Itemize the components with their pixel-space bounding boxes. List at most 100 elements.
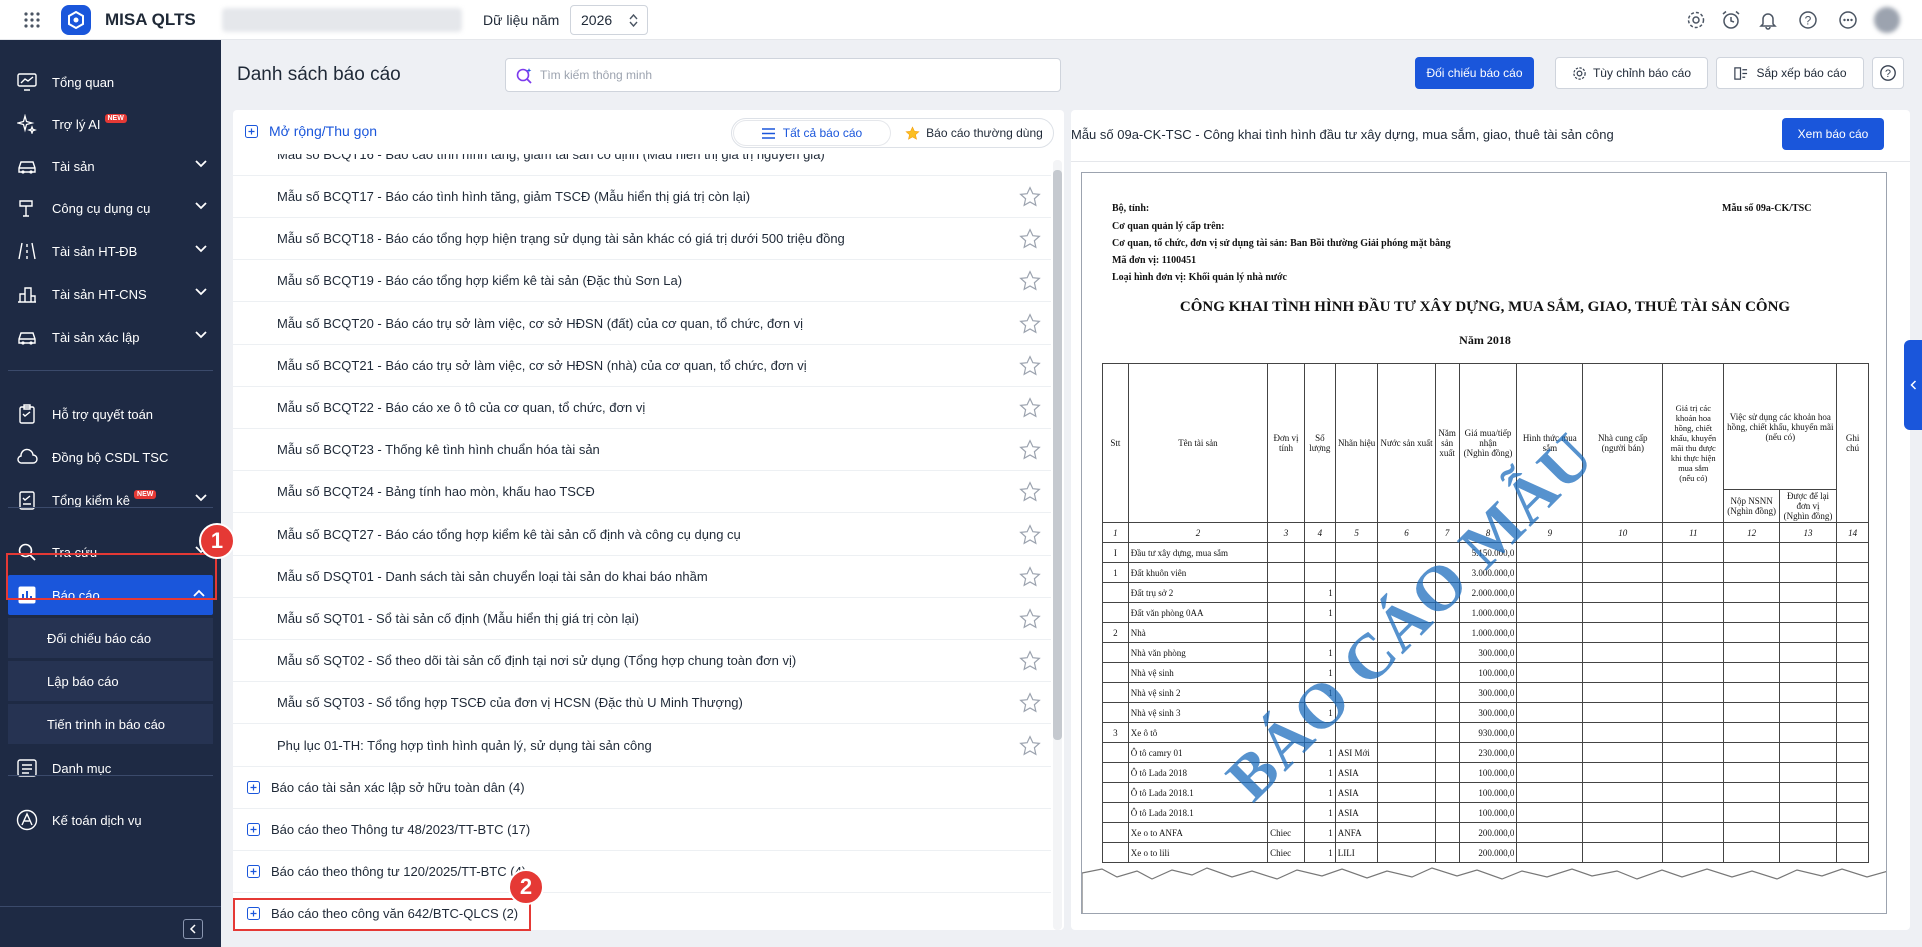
tab-frequent-reports[interactable]: Báo cáo thường dùng [898, 121, 1050, 145]
scrollbar-thumb[interactable] [1053, 170, 1062, 740]
report-row[interactable]: Mẫu số SQT03 - Sổ tổng hợp TSCĐ của đơn … [233, 682, 1051, 725]
doc-cell-empty [1582, 622, 1664, 643]
favorite-star-icon[interactable] [1019, 270, 1041, 292]
sidebar-subitem-create-report[interactable]: Lập báo cáo [8, 661, 213, 701]
sidebar-item-tools[interactable]: Công cụ dụng cụ [0, 188, 221, 228]
sidebar-subitem-compare-reports[interactable]: Đối chiếu báo cáo [8, 618, 213, 658]
doc-cell-empty [1836, 542, 1869, 563]
report-row[interactable]: Mẫu số SQT01 - Sổ tài sản cố định (Mẫu h… [233, 598, 1051, 640]
report-group-row[interactable]: Báo cáo theo Thông tư 48/2023/TT-BTC (17… [233, 809, 1051, 851]
sidebar-item-infrastructure-cns[interactable]: Tài sản HT-CNS [0, 274, 221, 314]
report-row[interactable]: Mẫu số BCQT17 - Báo cáo tình hình tăng, … [233, 176, 1051, 218]
doc-cell-empty [1778, 782, 1838, 803]
favorite-star-icon[interactable] [1019, 186, 1041, 208]
favorite-star-icon[interactable] [1019, 481, 1041, 503]
favorite-star-icon[interactable] [1019, 439, 1041, 461]
report-row[interactable]: Mẫu số BCQT16 - Báo cáo tình hình tăng, … [233, 154, 1051, 176]
sidebar-item-accounting-service[interactable]: Kế toán dịch vụ [0, 800, 221, 840]
sidebar-item-inventory[interactable]: Tổng kiểm kê NEW [0, 480, 221, 520]
doc-cell-empty [1723, 782, 1780, 803]
sidebar-item-assets[interactable]: Tài sản [0, 146, 221, 186]
settings-icon[interactable] [1686, 10, 1706, 35]
doc-cell-empty [1662, 602, 1725, 623]
doc-colnum: 12 [1723, 522, 1780, 543]
sidebar-item-established-assets[interactable]: Tài sản xác lập [0, 317, 221, 357]
report-row[interactable]: Phụ lục 01-TH: Tổng hợp tình hình quản l… [233, 725, 1051, 767]
doc-cell-empty [1662, 822, 1725, 843]
favorite-star-icon[interactable] [1019, 397, 1041, 419]
sidebar-item-ai-assistant[interactable]: Trợ lý AI NEW [0, 104, 221, 144]
doc-cell-empty [1377, 742, 1436, 763]
sort-reports-button[interactable]: Sắp xếp báo cáo [1716, 57, 1864, 89]
favorite-star-icon[interactable] [1019, 692, 1041, 714]
doc-cell-empty [1516, 802, 1584, 823]
report-name: Mẫu số BCQT27 - Báo cáo tổng hợp kiểm kê… [277, 526, 741, 542]
sidebar-item-infrastructure-road[interactable]: Tài sản HT-ĐB [0, 231, 221, 271]
sidebar-item-overview[interactable]: Tổng quan [0, 62, 221, 102]
doc-cell-stt [1102, 682, 1129, 703]
report-name: Mẫu số BCQT16 - Báo cáo tình hình tăng, … [277, 154, 825, 162]
report-row[interactable]: Mẫu số BCQT27 - Báo cáo tổng hợp kiểm kê… [233, 514, 1051, 556]
notification-bell-icon[interactable] [1758, 10, 1778, 35]
th-country: Nước sản xuất [1377, 363, 1436, 523]
subitem-label: Tiến trình in báo cáo [47, 716, 166, 732]
user-avatar[interactable] [1874, 7, 1900, 33]
favorite-star-icon[interactable] [1019, 523, 1041, 546]
doc-colnum: 5 [1334, 522, 1379, 543]
chevron-down-icon [195, 494, 207, 502]
scrollbar-track[interactable] [1053, 160, 1062, 930]
gear-icon [1573, 66, 1586, 80]
favorite-star-icon[interactable] [1019, 228, 1041, 250]
collapse-preview-tab[interactable] [1904, 340, 1922, 430]
expand-collapse-toggle[interactable]: Mở rộng/Thu gọn [245, 123, 377, 139]
svg-text:?: ? [1805, 14, 1812, 28]
favorite-star-icon[interactable] [1019, 566, 1041, 588]
th-retained-unit: (Nghìn đồng) [1783, 511, 1833, 521]
report-row[interactable]: Mẫu số BCQT19 - Báo cáo tổng hợp kiểm kê… [233, 260, 1051, 303]
favorite-star-icon[interactable] [1019, 312, 1041, 335]
favorite-star-icon[interactable] [1019, 650, 1041, 672]
sidebar-item-settlement-support[interactable]: Hỗ trợ quyết toán [0, 394, 221, 434]
favorite-star-icon[interactable] [1019, 608, 1041, 630]
collapse-sidebar-button[interactable] [183, 919, 203, 939]
customize-reports-button[interactable]: Tùy chỉnh báo cáo [1555, 57, 1708, 89]
tab-all-reports[interactable]: Tất cả báo cáo [734, 121, 890, 145]
more-options-icon[interactable] [1838, 10, 1858, 35]
help-button[interactable]: ? [1872, 57, 1904, 89]
compare-reports-button[interactable]: Đối chiếu báo cáo [1415, 57, 1534, 89]
report-row[interactable]: Mẫu số DSQT01 - Danh sách tài sản chuyển… [233, 556, 1051, 598]
report-row[interactable]: Mẫu số BCQT22 - Báo cáo xe ô tô của cơ q… [233, 387, 1051, 429]
report-row[interactable]: Mẫu số BCQT18 - Báo cáo tổng hợp hiện tr… [233, 218, 1051, 261]
report-group-row[interactable]: Báo cáo tài sản xác lập sở hữu toàn dân … [233, 767, 1051, 809]
doc-cell-empty [1836, 762, 1869, 783]
alarm-clock-icon[interactable] [1721, 10, 1741, 35]
doc-cell-empty [1662, 762, 1725, 783]
report-row[interactable]: Mẫu số BCQT24 - Bảng tính hao mòn, khấu … [233, 471, 1051, 514]
doc-cell-empty [1662, 642, 1725, 663]
favorite-star-icon[interactable] [1019, 734, 1041, 757]
doc-table-row: Ô tô Lada 2018.1 1 ASIA 100.000,0 [1102, 802, 1869, 823]
sidebar-subitem-print-progress[interactable]: Tiến trình in báo cáo [8, 704, 213, 744]
report-group-row[interactable]: Báo cáo theo thông tư 120/2025/TT-BTC (4… [233, 851, 1051, 894]
sidebar-item-database-sync[interactable]: Đồng bộ CSDL TSC [0, 437, 221, 477]
report-row[interactable]: Mẫu số BCQT20 - Báo cáo trụ sở làm việc,… [233, 303, 1051, 345]
doc-cell-empty [1836, 582, 1869, 603]
year-select[interactable]: 2026 [570, 5, 648, 35]
app-grid-icon[interactable] [24, 12, 40, 28]
report-row[interactable]: Mẫu số BCQT21 - Báo cáo trụ sở làm việc,… [233, 345, 1051, 387]
report-filter-tabs: Tất cả báo cáo Báo cáo thường dùng [731, 118, 1054, 148]
doc-colnum: 10 [1582, 522, 1664, 543]
chevron-down-icon [195, 288, 207, 296]
sidebar-item-catalog[interactable]: Danh mục [0, 748, 221, 788]
favorite-star-icon[interactable] [1019, 355, 1041, 377]
doc-cell-empty [1723, 742, 1780, 763]
chevron-down-icon [195, 331, 207, 339]
view-report-button[interactable]: Xem báo cáo [1782, 118, 1884, 150]
help-icon[interactable]: ? [1798, 10, 1818, 35]
doc-cell-sl [1303, 622, 1336, 643]
report-row[interactable]: Mẫu số SQT02 - Sổ theo dõi tài sản cố đị… [233, 640, 1051, 683]
report-row[interactable]: Mẫu số BCQT23 - Thống kê tình hình chuẩn… [233, 429, 1051, 472]
report-name: Mẫu số SQT03 - Sổ tổng hợp TSCĐ của đơn … [277, 695, 743, 711]
smart-search-input[interactable]: Tìm kiếm thông minh [505, 58, 1061, 92]
doc-cell-empty [1778, 842, 1838, 863]
